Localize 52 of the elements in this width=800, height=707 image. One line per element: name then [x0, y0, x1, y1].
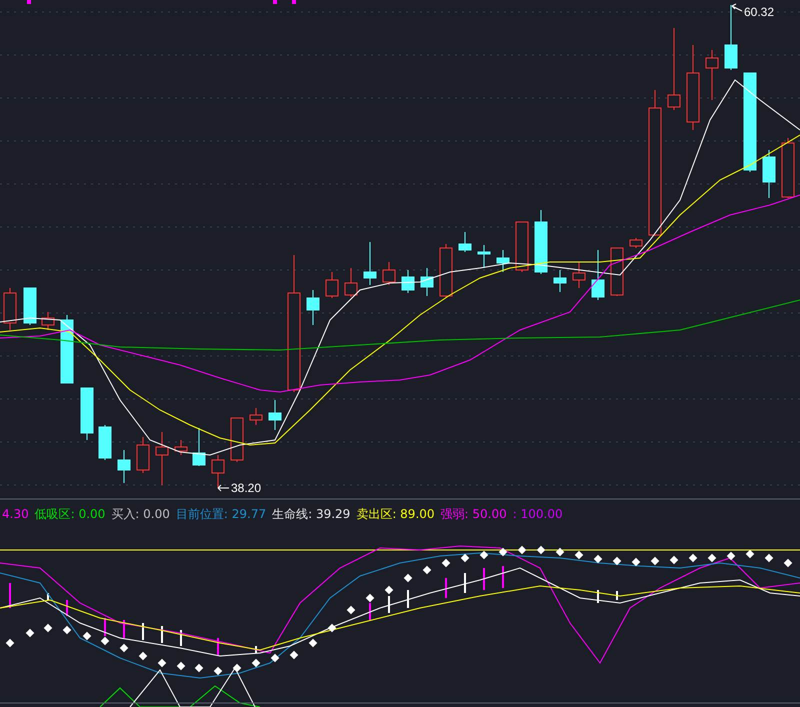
- candlestick: [496, 250, 510, 272]
- legend-label: 4.30: [2, 507, 29, 521]
- price-label: 38.20: [231, 481, 262, 495]
- candlestick: [610, 248, 624, 296]
- candlestick: [762, 150, 776, 198]
- candlestick: [192, 428, 206, 466]
- candlestick: [118, 450, 130, 484]
- candlestick: [554, 270, 566, 292]
- candlestick: [156, 432, 168, 486]
- candlestick: [592, 250, 604, 300]
- arrow-icon: [218, 484, 230, 492]
- candlestick: [250, 408, 262, 426]
- candlestick: [706, 50, 718, 100]
- candlestick: [326, 272, 338, 298]
- arrow-icon: [732, 4, 742, 12]
- legend-label: : 100.00: [512, 507, 563, 521]
- marker-icon: [27, 0, 31, 4]
- candlestick: [212, 454, 224, 488]
- legend-label: 买入: 0.00: [111, 506, 170, 522]
- candlestick: [98, 424, 112, 460]
- candlestick: [458, 232, 472, 252]
- legend-label: 目前位置: 29.77: [176, 506, 266, 522]
- candlestick: [268, 400, 282, 430]
- legend-label: 强弱: 50.00: [440, 506, 507, 522]
- candlestick: [344, 268, 358, 298]
- candlestick: [724, 4, 738, 70]
- candlestick: [402, 270, 414, 294]
- marker-icon: [292, 0, 296, 4]
- price-label: 60.32: [744, 5, 774, 19]
- candlestick: [572, 262, 586, 288]
- candlestick: [136, 436, 150, 474]
- candlestick: [4, 288, 16, 330]
- marker-icon: [273, 0, 277, 4]
- candlestick: [782, 138, 794, 198]
- legend-label: 卖出区: 89.00: [356, 506, 435, 522]
- candlestick: [364, 242, 376, 286]
- candlestick: [630, 238, 642, 248]
- candlestick: [42, 312, 54, 330]
- candlestick: [478, 244, 490, 268]
- legend-label: 生命线: 39.29: [272, 506, 350, 522]
- candlestick: [230, 418, 244, 462]
- candlestick: [534, 210, 548, 274]
- candlestick: [24, 288, 36, 326]
- candlestick: [516, 222, 528, 272]
- candlestick: [420, 268, 434, 296]
- candlestick: [440, 244, 452, 298]
- candlestick: [60, 314, 74, 384]
- candlestick: [80, 388, 94, 440]
- legend-label: 低吸区: 0.00: [34, 506, 106, 522]
- candlestick: [306, 290, 320, 326]
- candlestick: [174, 440, 188, 456]
- candlestick: [382, 262, 396, 286]
